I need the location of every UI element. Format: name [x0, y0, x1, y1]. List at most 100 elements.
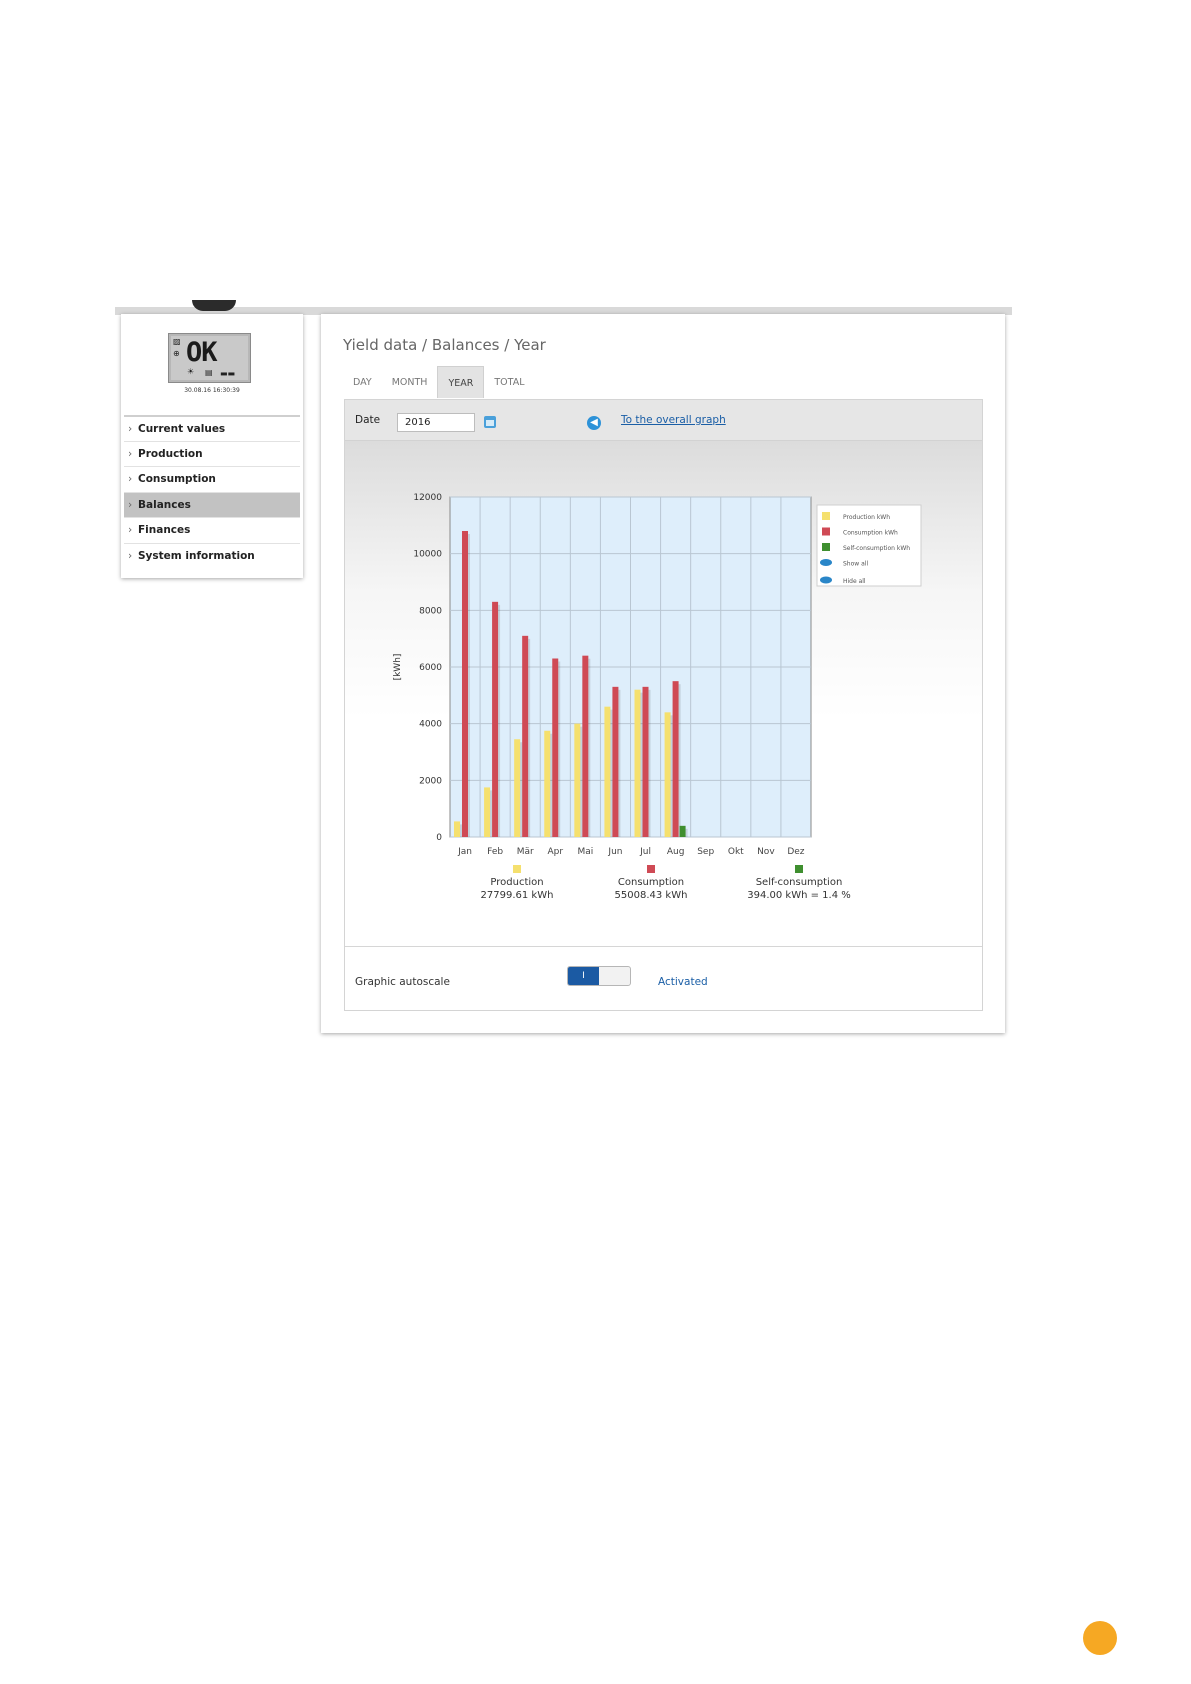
tab-total[interactable]: TOTAL [484, 366, 534, 398]
x-tick-label: Okt [728, 847, 744, 857]
total-swatch [513, 865, 521, 873]
bar-shadow [610, 709, 613, 837]
legend-label: Self-consumption kWh [843, 545, 910, 552]
y-tick-label: 4000 [419, 720, 442, 730]
bar-production [604, 706, 611, 837]
total-label: Consumption [618, 877, 684, 888]
autoscale-state: Activated [658, 976, 708, 988]
y-tick-label: 6000 [419, 663, 442, 673]
back-arrow-icon[interactable]: ◀ [587, 416, 601, 430]
bar-shadow [550, 733, 553, 837]
sun-icon: ☀ [187, 367, 195, 376]
sidebar-item-label: Current values [138, 423, 226, 435]
page-title: Yield data / Balances / Year [343, 336, 546, 354]
sidebar-item-label: Balances [138, 498, 191, 511]
bar-shadow [558, 661, 561, 837]
y-tick-label: 10000 [413, 550, 442, 560]
x-tick-label: Apr [548, 847, 564, 857]
legend-label: Consumption kWh [843, 530, 898, 537]
sidebar-item-balances[interactable]: › Balances [124, 491, 300, 517]
bar-production [634, 689, 641, 837]
total-value: 55008.43 kWh [615, 890, 688, 901]
date-input[interactable]: 2016 [397, 413, 475, 432]
bar-shadow [685, 828, 688, 837]
total-value: 394.00 kWh = 1.4 % [747, 890, 851, 901]
calendar-icon[interactable] [484, 416, 496, 428]
bar-shadow [520, 742, 523, 837]
bar-shadow [640, 692, 643, 837]
x-tick-label: Jun [607, 847, 622, 857]
tab-month[interactable]: MONTH [382, 366, 438, 398]
lcd-status: OK [186, 337, 218, 368]
legend-swatch [822, 527, 830, 536]
sidebar: ▨ ⊕ OK ☀ ▤ ▬▬ 30.08.16 16:30:39 › Current… [121, 314, 303, 578]
show-all-label[interactable]: Show all [843, 561, 868, 568]
bar-shadow [460, 824, 462, 837]
bar-shadow [468, 534, 470, 837]
bar-consumption [552, 658, 559, 837]
tab-day[interactable]: DAY [343, 366, 382, 398]
bar-consumption [522, 635, 529, 837]
sidebar-item-current-values[interactable]: › Current values [124, 415, 300, 441]
bar-consumption [582, 655, 589, 837]
hide-all-label[interactable]: Hide all [843, 578, 866, 585]
sidebar-item-label: Consumption [138, 473, 216, 485]
yearly-balance-chart: 0 2000 4000 6000 8000 10000 12000 [kWh] Jan Feb Mä… [393, 493, 922, 901]
x-tick-label: Mai [577, 847, 593, 857]
eye-icon[interactable] [820, 559, 832, 566]
panel-icon: ▨ [173, 337, 181, 346]
x-tick-label: Sep [697, 847, 714, 857]
x-tick-label: Aug [667, 847, 685, 857]
y-axis-label: [kWh] [393, 654, 403, 681]
x-tick-label: Dez [787, 847, 804, 857]
eye-hidden-icon[interactable] [820, 576, 832, 584]
bar-consumption [492, 601, 499, 837]
chevron-right-icon: › [128, 524, 133, 536]
bar-production [484, 787, 491, 837]
date-label: Date [355, 414, 381, 426]
lcd-display: ▨ ⊕ OK ☀ ▤ ▬▬ [168, 333, 251, 383]
sidebar-item-consumption[interactable]: › Consumption [124, 466, 300, 492]
y-tick-label: 2000 [419, 776, 442, 786]
bar-consumption [672, 681, 679, 837]
chevron-right-icon: › [128, 549, 133, 562]
total-label: Self-consumption [756, 877, 843, 888]
bar-consumption [642, 686, 649, 837]
sidebar-item-finances[interactable]: › Finances [124, 517, 300, 543]
globe-icon: ⊕ [173, 349, 180, 358]
sidebar-item-label: Production [138, 447, 203, 460]
chevron-right-icon: › [128, 473, 133, 485]
bar-production [514, 739, 521, 837]
chevron-right-icon: › [128, 423, 133, 435]
sidebar-item-production[interactable]: › Production [124, 440, 300, 467]
x-tick-label: Nov [757, 847, 775, 857]
content-box: Date 2016 ◀ To the overall graph 0 2000 40… [344, 399, 983, 1011]
bar-shadow [618, 689, 621, 837]
sidebar-item-label: System information [138, 549, 255, 562]
bar-shadow [648, 689, 651, 837]
battery-icon: ▬▬ [220, 369, 236, 378]
bar-production [664, 712, 671, 837]
main-panel: Yield data / Balances / Year DAY MONTH YEA… [321, 314, 1005, 1033]
x-tick-label: Feb [487, 847, 503, 857]
total-label: Production [490, 877, 543, 888]
bar-shadow [498, 604, 501, 837]
bar-shadow [490, 790, 493, 837]
total-swatch [795, 865, 803, 873]
x-tick-label: Mär [517, 847, 534, 857]
bar-production [574, 723, 581, 837]
chevron-right-icon: › [128, 447, 133, 460]
tab-year[interactable]: YEAR [437, 366, 485, 398]
bar-production [454, 821, 460, 837]
legend-label: Production kWh [843, 514, 890, 521]
bar-self-consumption [679, 825, 686, 837]
total-swatch [647, 865, 655, 873]
autoscale-toggle[interactable]: I [567, 966, 631, 986]
lcd-timestamp: 30.08.16 16:30:39 [184, 387, 240, 394]
bar-consumption [462, 531, 468, 837]
sidebar-item-system-information[interactable]: › System information [124, 542, 300, 569]
total-value: 27799.61 kWh [481, 890, 554, 901]
y-tick-label: 0 [436, 833, 442, 843]
sidebar-menu: › Current values › Production › Consumption › B… [124, 415, 300, 568]
overall-graph-link[interactable]: To the overall graph [621, 414, 726, 426]
